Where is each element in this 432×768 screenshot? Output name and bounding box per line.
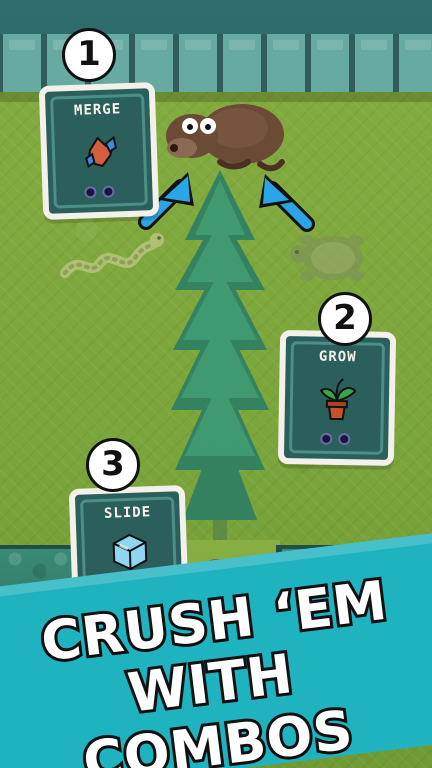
merge-card[interactable]: MERGE	[38, 82, 160, 220]
step-number: 3	[101, 444, 125, 484]
card-cost	[84, 185, 115, 199]
step-badge-3: 3	[86, 438, 140, 492]
cost-dot	[84, 186, 97, 199]
cost-dot	[320, 432, 333, 445]
wall-brick	[308, 34, 352, 92]
card-cost	[320, 432, 351, 446]
grow-card[interactable]: GROW	[277, 329, 397, 467]
card-label: SLIDE	[103, 504, 152, 522]
wall-brick	[264, 34, 308, 92]
step-badge-2: 2	[318, 292, 372, 346]
wall-brick	[220, 34, 264, 92]
cost-dot	[102, 185, 115, 198]
wall-brick	[176, 34, 220, 92]
arrow-right-icon	[247, 164, 317, 234]
step-number: 1	[77, 34, 101, 74]
step-number: 2	[333, 298, 357, 338]
rock-merge-icon	[79, 131, 118, 172]
card-label: MERGE	[73, 101, 122, 119]
wall-brick	[396, 34, 432, 92]
wall-brick	[0, 34, 44, 92]
potted-plant-icon	[315, 375, 360, 424]
step-badge-1: 1	[62, 28, 116, 82]
game-scene: MERGE GROW SLIDE 1 2 3 CRUSH ‘EM WITH CO…	[0, 0, 432, 768]
promo-slogan: CRUSH ‘EM WITH COMBOS	[0, 566, 432, 768]
wall-brick	[352, 34, 396, 92]
cost-dot	[338, 433, 351, 446]
card-label: GROW	[318, 348, 357, 366]
